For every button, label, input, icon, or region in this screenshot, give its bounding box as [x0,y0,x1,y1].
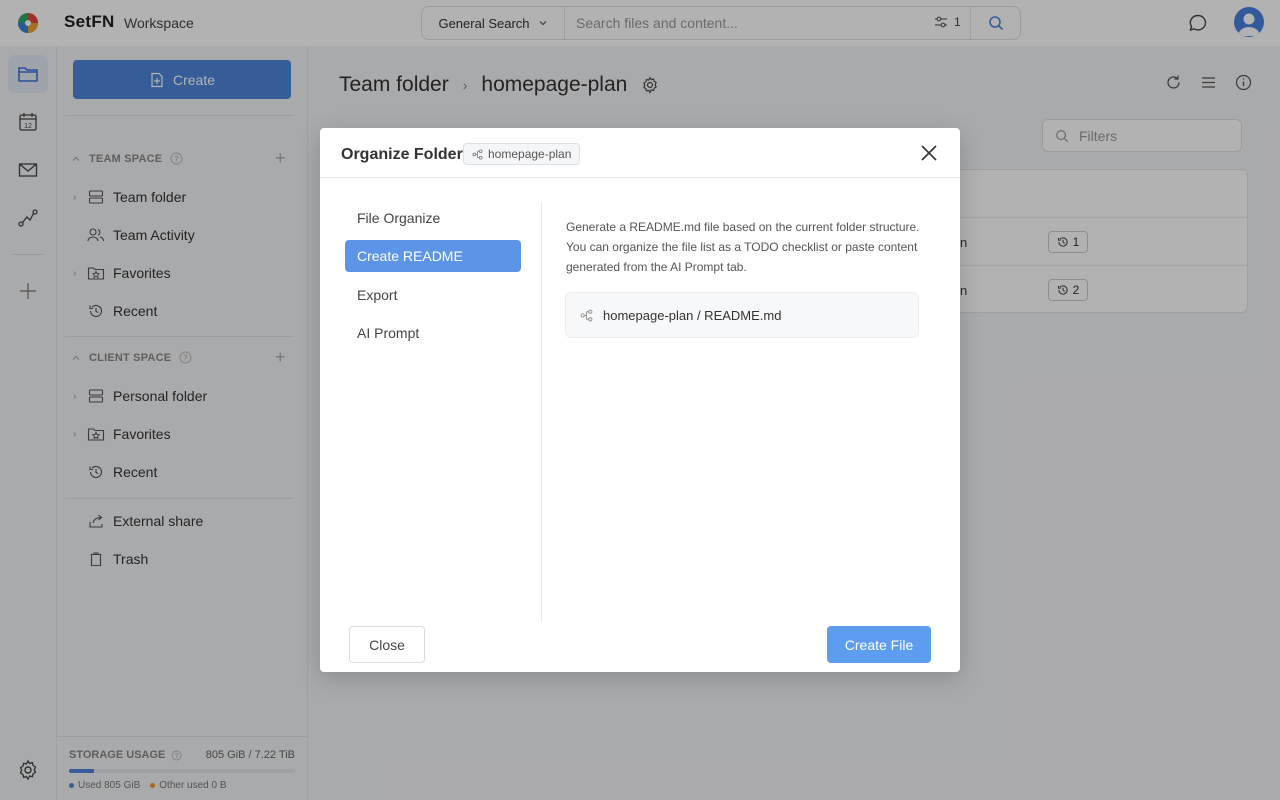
create-file-button[interactable]: Create File [827,626,931,663]
menu-ai-prompt[interactable]: AI Prompt [345,317,521,349]
folder-tree-icon [472,148,483,160]
readme-description: Generate a README.md file based on the c… [566,220,920,274]
dialog-header: Organize Folder homepage-plan [320,128,960,178]
close-icon[interactable] [919,143,939,163]
menu-file-organize[interactable]: File Organize [345,202,521,234]
dialog-divider [541,202,542,622]
menu-export[interactable]: Export [345,279,521,311]
folder-tag-label: homepage-plan [488,147,572,161]
dialog-title: Organize Folder [341,146,463,163]
readme-file-path: homepage-plan / README.md [565,292,919,338]
close-button[interactable]: Close [349,626,425,663]
folder-tree-icon [580,309,593,321]
readme-file-path-text: homepage-plan / README.md [603,307,782,323]
menu-create-readme[interactable]: Create README [345,240,521,272]
organize-folder-dialog: Organize Folder homepage-plan File Organ… [320,128,960,672]
folder-tag: homepage-plan [463,143,581,165]
